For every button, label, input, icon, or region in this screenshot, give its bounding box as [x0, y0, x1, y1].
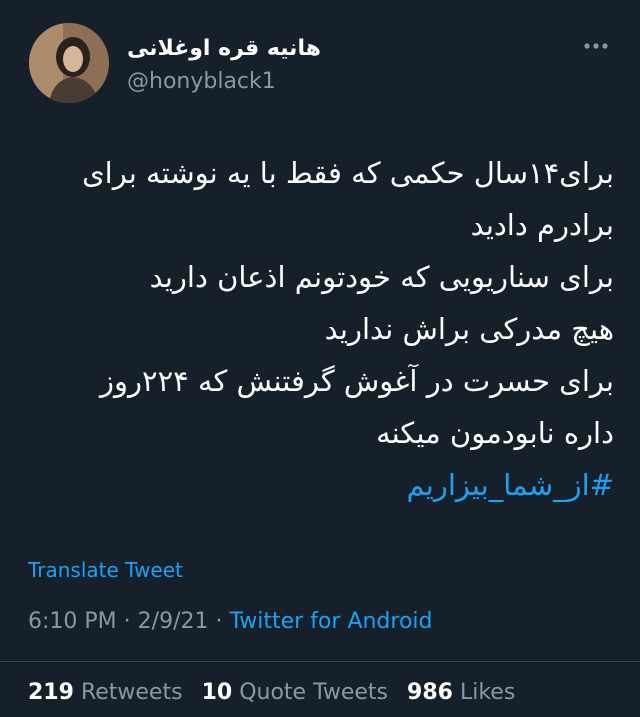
meta-separator: · [123, 609, 131, 634]
retweets-stat[interactable]: 219 Retweets [28, 678, 183, 708]
tweet-line: داره نابودمون میکنه [376, 416, 614, 450]
tweet-time: 6:10 PM [28, 609, 117, 634]
tweet-line: هیچ مدرکی براش ندارید [324, 312, 614, 346]
tweet-text: برای۱۴سال حکمی که فقط با یه نوشته برای ب… [20, 147, 614, 511]
tweet-line: برای سناریویی که خودتونم اذعان دارید [149, 260, 614, 294]
tweet-line: برادرم دادید [470, 208, 614, 242]
hashtag-link[interactable]: #از_شما_بیزاریم [20, 459, 614, 511]
more-options-button[interactable] [576, 32, 616, 60]
tweet-meta: 6:10 PM · 2/9/21 · Twitter for Android [28, 607, 433, 637]
translate-tweet-link[interactable]: Translate Tweet [28, 556, 183, 584]
tweet-line: برای۱۴سال حکمی که فقط با یه نوشته برای [81, 156, 614, 190]
tweet-line: برای حسرت در آغوش گرفتنش که ۲۲۴روز [99, 364, 614, 398]
engagement-stats: 219 Retweets 10 Quote Tweets 986 Likes [28, 678, 527, 708]
retweets-count: 219 [28, 680, 74, 705]
quote-tweets-count: 10 [201, 680, 233, 705]
more-horizontal-icon [584, 43, 608, 49]
quote-tweets-stat[interactable]: 10 Quote Tweets [202, 678, 388, 708]
avatar-photo [29, 23, 109, 103]
quote-tweets-label: Quote Tweets [239, 680, 389, 705]
retweets-label: Retweets [80, 680, 183, 705]
tweet-header: هانیه قره اوغلانی @honyblack1 [0, 0, 640, 120]
author-display-name[interactable]: هانیه قره اوغلانی [127, 34, 321, 64]
divider [0, 661, 640, 662]
tweet-date: 2/9/21 [137, 609, 209, 634]
tweet-source-link[interactable]: Twitter for Android [229, 609, 432, 634]
meta-separator: · [215, 609, 223, 634]
avatar[interactable] [29, 23, 109, 103]
likes-count: 986 [407, 680, 453, 705]
likes-label: Likes [459, 680, 516, 705]
likes-stat[interactable]: 986 Likes [407, 678, 515, 708]
author-handle[interactable]: @honyblack1 [127, 67, 276, 97]
